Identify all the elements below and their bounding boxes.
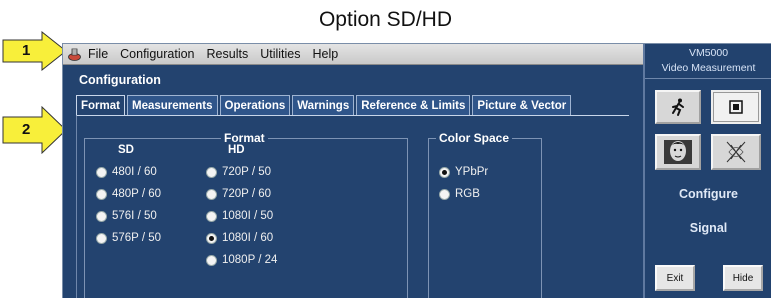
face-picture-icon (664, 140, 692, 164)
radio-label: 1080P / 24 (222, 254, 278, 266)
radio-label: 720P / 50 (222, 166, 272, 178)
callout-number: 1 (22, 42, 31, 59)
radio-button[interactable] (206, 254, 217, 266)
color-space-groupbox: Color Space YPbPr RGB (428, 131, 542, 298)
tab-reference-limits[interactable]: Reference & Limits (356, 95, 471, 115)
radio-1080i-50[interactable]: 1080I / 50 (206, 210, 273, 222)
radio-button[interactable] (96, 188, 107, 200)
tab-measurements[interactable]: Measurements (126, 95, 218, 115)
configure-label: Configure (678, 187, 739, 201)
exit-button[interactable]: Exit (655, 265, 695, 291)
radio-576i-50[interactable]: 576I / 50 (96, 210, 157, 222)
radio-rgb[interactable]: RGB (439, 188, 480, 200)
radio-label: 576P / 50 (112, 232, 162, 244)
format-group-label: Format (221, 131, 268, 145)
radio-button[interactable] (206, 166, 217, 178)
app-window: File Configuration Results Utilities Hel… (62, 43, 771, 298)
menu-utilities[interactable]: Utilities (260, 47, 300, 61)
menu-results[interactable]: Results (207, 47, 249, 61)
tab-panel-format: Format SD HD 480I / 60 480P / 60 576I / … (76, 115, 629, 298)
radio-label: RGB (455, 188, 480, 200)
scope-app-icon[interactable] (67, 47, 82, 62)
brand-line-1: VM5000 (688, 47, 729, 59)
radio-button[interactable] (96, 166, 107, 178)
callout-number: 2 (22, 121, 31, 138)
radio-1080p-24[interactable]: 1080P / 24 (206, 254, 277, 266)
menu-bar: File Configuration Results Utilities Hel… (63, 44, 643, 65)
menu-help[interactable]: Help (313, 47, 339, 61)
radio-label: 576I / 50 (112, 210, 157, 222)
radio-1080i-60[interactable]: 1080I / 60 (206, 232, 273, 244)
radio-576p-50[interactable]: 576P / 50 (96, 232, 161, 244)
menu-configuration[interactable]: Configuration (120, 47, 194, 61)
radio-button[interactable] (206, 188, 217, 200)
radio-label: 480P / 60 (112, 188, 162, 200)
callout-1: 1 (2, 31, 68, 71)
signal-label: Signal (689, 221, 728, 235)
radio-button[interactable] (439, 188, 450, 200)
radio-label: 1080I / 50 (222, 210, 274, 222)
radio-button[interactable] (206, 210, 217, 222)
radio-720p-50[interactable]: 720P / 50 (206, 166, 271, 178)
radio-label: YPbPr (455, 166, 489, 178)
document-title: Option SD/HD (318, 8, 453, 31)
hd-column-header: HD (228, 144, 245, 156)
tab-picture-vector[interactable]: Picture & Vector (472, 95, 572, 115)
sd-column-header: SD (118, 144, 134, 156)
tab-operations[interactable]: Operations (219, 95, 291, 115)
radio-480i-60[interactable]: 480I / 60 (96, 166, 157, 178)
stop-square-icon (729, 100, 743, 114)
main-area: Configuration Format Measurements Operat… (63, 65, 643, 298)
radio-label: 720P / 60 (222, 188, 272, 200)
radio-button[interactable] (96, 232, 107, 244)
picture-button[interactable] (655, 134, 701, 170)
menu-file[interactable]: File (88, 47, 108, 61)
radio-720p-60[interactable]: 720P / 60 (206, 188, 271, 200)
radio-button-selected[interactable] (206, 232, 217, 244)
callout-arrow-icon (2, 31, 67, 71)
radio-label: 480I / 60 (112, 166, 157, 178)
stop-button[interactable] (711, 90, 761, 124)
color-space-group-label: Color Space (436, 131, 513, 145)
callout-2: 2 (2, 106, 68, 154)
tab-warnings[interactable]: Warnings (292, 95, 355, 115)
brand-line-2: Video Measurement (645, 59, 771, 79)
tab-bar: Format Measurements Operations Warnings … (76, 95, 573, 115)
radio-label: 1080I / 60 (222, 232, 274, 244)
format-groupbox: Format SD HD 480I / 60 480P / 60 576I / … (84, 131, 408, 298)
tab-format[interactable]: Format (76, 95, 125, 115)
section-title: Configuration (79, 73, 161, 87)
vector-button[interactable] (711, 134, 761, 170)
radio-button-selected[interactable] (439, 166, 450, 178)
vector-scope-icon (726, 141, 746, 163)
running-figure-icon (672, 98, 684, 116)
side-panel: VM5000 Video Measurement Configure Signa… (643, 44, 771, 298)
radio-480p-60[interactable]: 480P / 60 (96, 188, 161, 200)
callout-arrow-icon (2, 106, 67, 154)
run-button[interactable] (655, 90, 701, 124)
radio-button[interactable] (96, 210, 107, 222)
radio-ypbpr[interactable]: YPbPr (439, 166, 488, 178)
hide-button[interactable]: Hide (723, 265, 763, 291)
